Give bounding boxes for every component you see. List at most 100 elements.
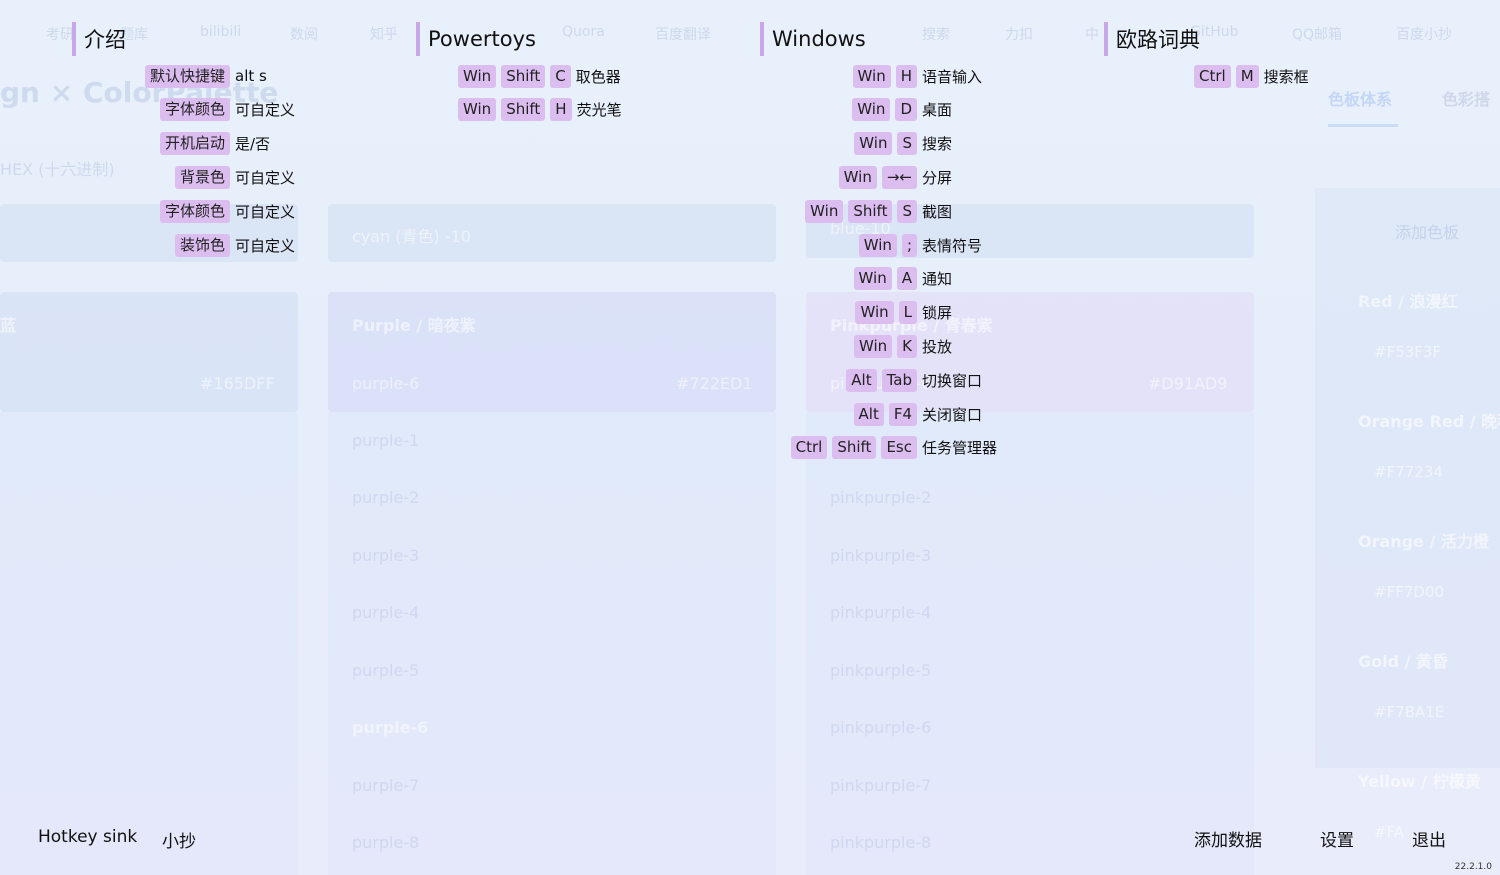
shortcut-description: 可自定义 (235, 236, 296, 255)
bg-card-blue (0, 292, 298, 412)
bg-column (0, 412, 298, 875)
shortcut-row: 装饰色 可自定义 (174, 233, 305, 257)
shortcut-row: 默认快捷键 alt s (144, 64, 305, 88)
bg-tab: 搜索 (922, 27, 950, 43)
bg-tab: bilibili (200, 24, 242, 40)
shortcut-description: 是/否 (235, 135, 271, 154)
section-header-dict: 欧路词典 (1104, 22, 1200, 56)
bg-list-item: purple-6 (352, 718, 429, 737)
bg-list-item: purple-2 (352, 488, 420, 507)
bg-card-hex: #D91AD9 (1148, 374, 1228, 393)
shortcut-row: Win →← 分屏 (838, 165, 1010, 189)
shortcut-row: Win Shift S 截图 (805, 199, 1010, 223)
shortcut-description: 荧光笔 (576, 101, 622, 120)
bg-tab: 数阅 (290, 27, 318, 43)
key-chip: 字体颜色 (159, 98, 230, 122)
key-chip: Win (458, 64, 497, 88)
shortcut-row: Win; 表情符号 (858, 233, 1010, 257)
key-chip: F4 (888, 402, 917, 426)
key-chip: S (897, 132, 917, 156)
settings-button[interactable]: 设置 (1320, 826, 1354, 851)
key-chip: Esc (881, 436, 917, 460)
key-chip: C (550, 64, 571, 88)
section-accent-bar (1104, 22, 1108, 56)
shortcut-description: 桌面 (922, 101, 953, 120)
shortcut-row: Win A 通知 (853, 267, 1010, 291)
shortcut-description: 锁屏 (922, 304, 953, 323)
shortcut-description: 可自定义 (235, 168, 296, 187)
shortcut-row: Ctrl Shift Esc 任务管理器 (790, 436, 1010, 460)
bg-list-item: purple-1 (352, 431, 420, 450)
bg-tab: QQ邮箱 (1292, 27, 1343, 43)
section-accent-bar (760, 22, 764, 56)
bg-card-hex: #165DFF (200, 374, 275, 393)
bg-add-palette: 添加色板 (1395, 223, 1460, 242)
key-chip: Win (852, 98, 891, 122)
bg-list-item: pinkpurple-7 (830, 776, 932, 795)
section-title-powertoys: Powertoys (428, 27, 536, 51)
key-chip: Win (805, 199, 844, 223)
key-chip: Tab (881, 368, 917, 392)
key-chip: Shift (501, 98, 546, 122)
bg-right-hex: #FA (1374, 823, 1405, 841)
add-data-button[interactable]: 添加数据 (1194, 826, 1262, 851)
key-chip: Win (853, 267, 892, 291)
bg-card-hex: #722ED1 (676, 374, 753, 393)
key-chip: Shift (848, 199, 893, 223)
shortcut-description: 搜索框 (1263, 67, 1309, 86)
shortcut-description: 取色器 (575, 67, 621, 86)
key-chip: A (896, 267, 917, 291)
key-chip: 默认快捷键 (144, 64, 230, 88)
bg-right-hex: #F77234 (1374, 463, 1443, 481)
shortcut-description: alt s (235, 67, 267, 85)
key-chip: 装饰色 (174, 233, 230, 257)
bg-right-item: Orange / 活力橙 (1358, 532, 1489, 551)
bg-right-item: Red / 浪漫红 (1358, 292, 1458, 311)
bg-right-tab: 色板体系 (1328, 90, 1393, 109)
bg-tab-underline (1328, 124, 1398, 127)
shortcut-description: 通知 (922, 270, 953, 289)
bg-bookmark-bar: 考研 题库 bilibili 数阅 知乎 Quora 百度翻译 搜索 力扣 中 … (0, 20, 1500, 46)
bg-card-code: purple-6 (352, 374, 420, 393)
bg-list-item: purple-3 (352, 546, 420, 565)
shortcut-row: 背景色 可自定义 (174, 165, 305, 189)
key-chip: Alt (853, 402, 884, 426)
bg-list-item: pinkpurple-3 (830, 546, 932, 565)
bg-right-panel (1315, 188, 1500, 768)
exit-button[interactable]: 退出 (1412, 826, 1446, 851)
shortcut-description: 语音输入 (922, 67, 983, 86)
key-chip: Win (854, 132, 893, 156)
shortcut-description: 分屏 (922, 168, 953, 187)
shortcut-description: 任务管理器 (922, 439, 998, 458)
bg-column (328, 412, 776, 875)
shortcut-row: Win K 投放 (853, 334, 1010, 358)
shortcut-row: Win Shift C 取色器 (458, 64, 621, 88)
section-header-windows: Windows (760, 22, 866, 56)
key-chip: Ctrl (1194, 64, 1231, 88)
shortcut-row: Alt F4 关闭窗口 (853, 402, 1010, 426)
bg-right-item: Gold / 黄昏 (1358, 652, 1449, 671)
section-header-powertoys: Powertoys (416, 22, 536, 56)
bg-tab: 百度小抄 (1396, 27, 1452, 43)
bg-list-item: purple-8 (352, 833, 420, 852)
bg-tab: 百度翻译 (655, 27, 711, 43)
key-chip: Win (838, 165, 877, 189)
key-chip: Shift (832, 436, 877, 460)
bg-right-item: Yellow / 柠檬黄 (1358, 772, 1481, 791)
section-title-intro: 介绍 (84, 28, 126, 52)
section-accent-bar (416, 22, 420, 56)
app-name: Hotkey sink (38, 827, 138, 847)
key-chip: S (897, 199, 917, 223)
bg-column (806, 412, 1254, 875)
shortcut-row: Win H 语音输入 (852, 64, 1010, 88)
shortcut-row: Win S 搜索 (854, 132, 1010, 156)
shortcut-description: 截图 (922, 202, 953, 221)
bg-card-title: Purple / 暗夜紫 (352, 316, 476, 335)
key-chip: Win (855, 301, 894, 325)
shortcut-row: Alt Tab 切换窗口 (846, 368, 1010, 392)
shortcut-description: 可自定义 (235, 101, 296, 120)
key-chip: 开机启动 (159, 132, 230, 156)
shortcut-description: 投放 (922, 337, 953, 356)
bg-card-purple (328, 292, 776, 412)
bg-right-item: Orange Red / 晚秋 (1358, 412, 1500, 431)
